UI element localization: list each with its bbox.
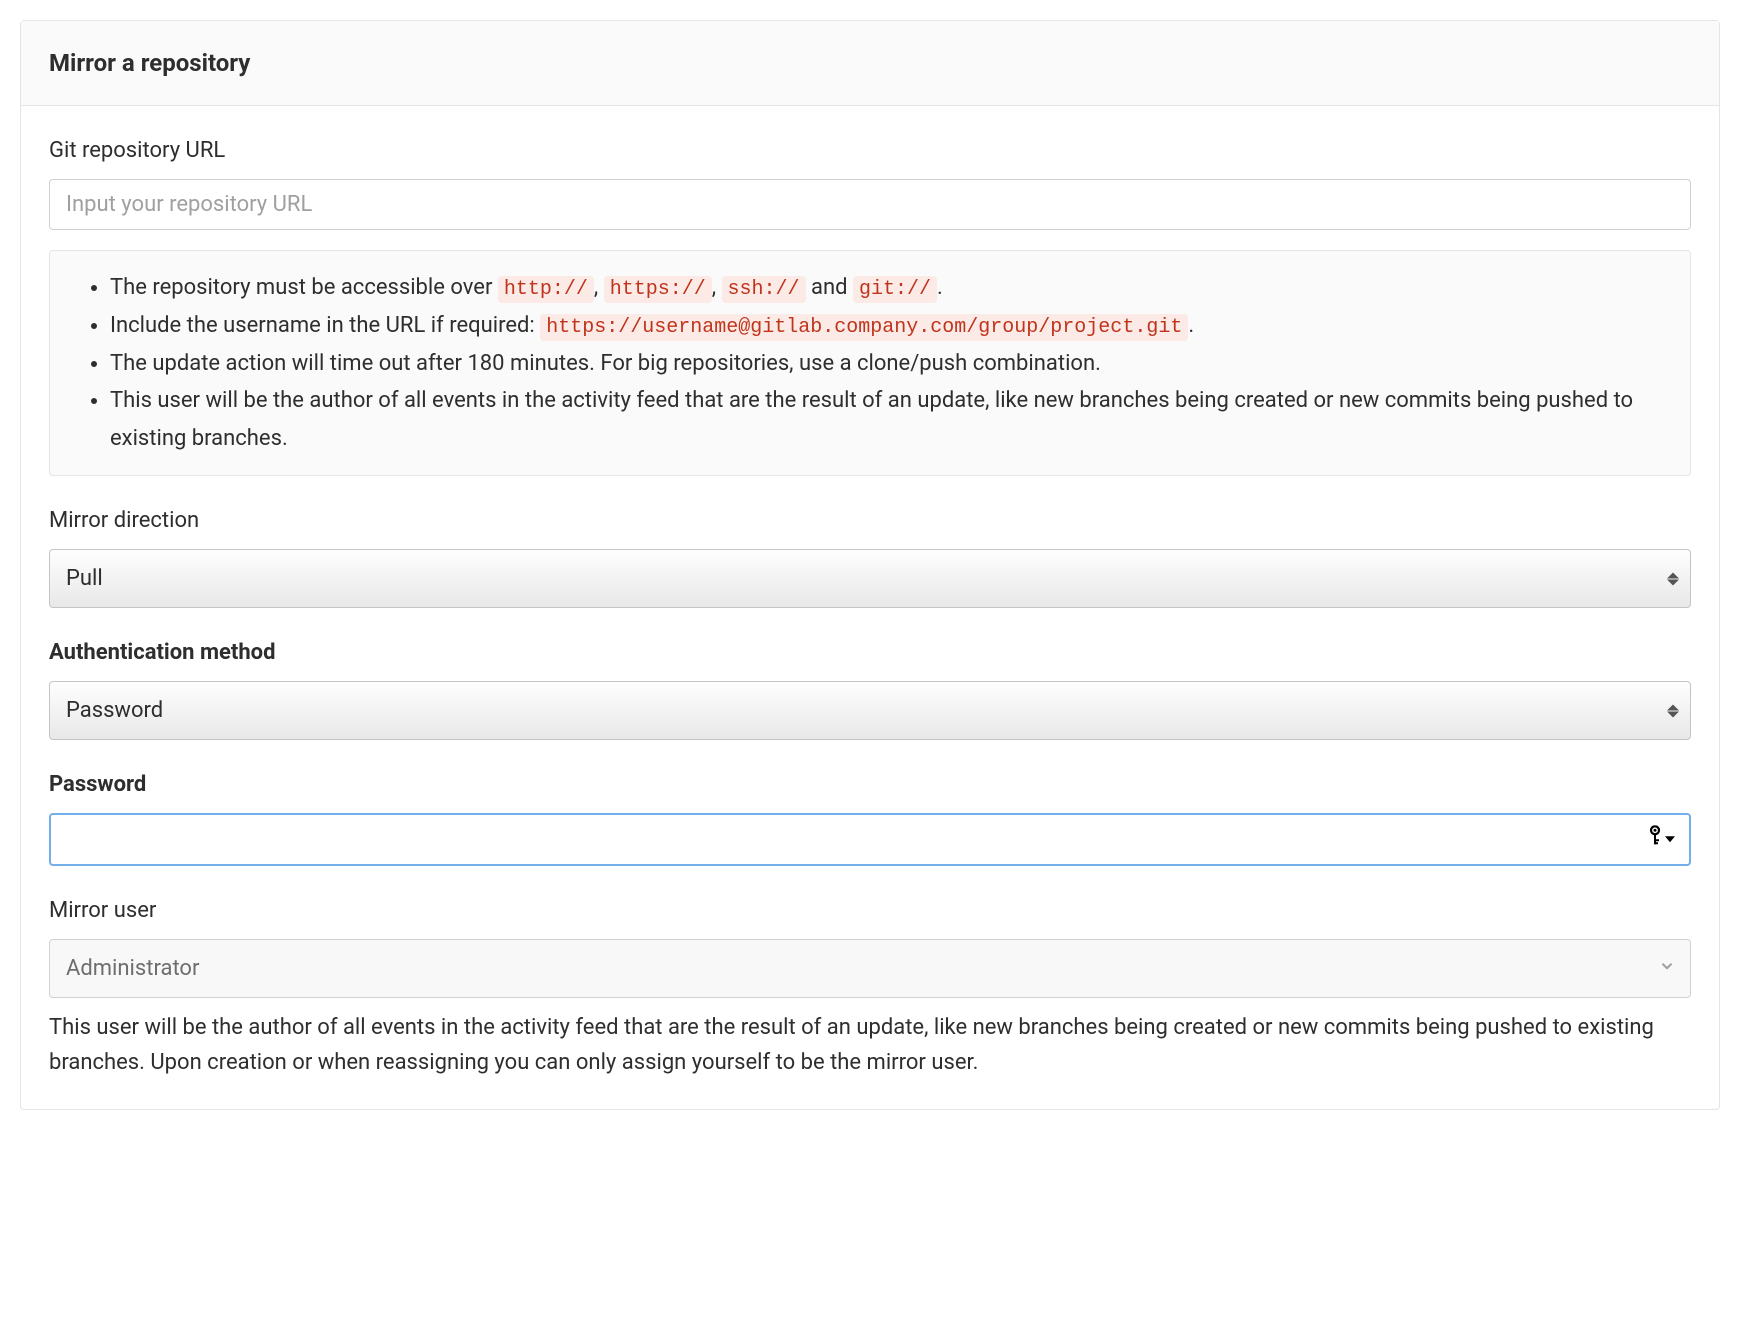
card-body: Git repository URL The repository must b… [21,106,1719,1109]
code-ssh: ssh:// [722,276,806,303]
card-header: Mirror a repository [21,21,1719,106]
info-item-username: Include the username in the URL if requi… [110,307,1662,345]
info-item-author: This user will be the author of all even… [110,382,1662,457]
url-info-box: The repository must be accessible over h… [49,250,1691,476]
repository-url-input[interactable] [49,179,1691,230]
mirror-repository-card: Mirror a repository Git repository URL T… [20,20,1720,1110]
mirror-direction-label: Mirror direction [49,504,1691,537]
password-wrapper [49,813,1691,866]
info-item-timeout: The update action will time out after 18… [110,345,1662,382]
mirror-direction-select-wrapper: Pull [49,549,1691,608]
info-item-protocols: The repository must be accessible over h… [110,269,1662,307]
mirror-direction-select[interactable]: Pull [49,549,1691,608]
info-list: The repository must be accessible over h… [78,269,1662,457]
auth-method-select-wrapper: Password [49,681,1691,740]
password-label: Password [49,768,1691,801]
mirror-user-group: Mirror user Administrator This user will… [49,894,1691,1080]
key-icon [1648,824,1662,856]
code-http: http:// [498,276,594,303]
mirror-direction-group: Mirror direction Pull [49,504,1691,608]
auth-method-select[interactable]: Password [49,681,1691,740]
code-url-example: https://username@gitlab.company.com/grou… [540,314,1188,341]
code-https: https:// [604,276,712,303]
password-key-dropdown[interactable] [1648,824,1675,856]
mirror-user-help-text: This user will be the author of all even… [49,1010,1691,1080]
mirror-user-dropdown-wrapper: Administrator [49,939,1691,998]
auth-method-label: Authentication method [49,636,1691,669]
url-form-group: Git repository URL The repository must b… [49,134,1691,476]
auth-method-group: Authentication method Password [49,636,1691,740]
code-git: git:// [853,276,937,303]
card-title: Mirror a repository [49,45,1691,81]
chevron-down-icon [1665,837,1675,843]
url-label: Git repository URL [49,134,1691,167]
password-input[interactable] [49,813,1691,866]
password-group: Password [49,768,1691,866]
mirror-user-label: Mirror user [49,894,1691,927]
mirror-user-dropdown[interactable]: Administrator [49,939,1691,998]
